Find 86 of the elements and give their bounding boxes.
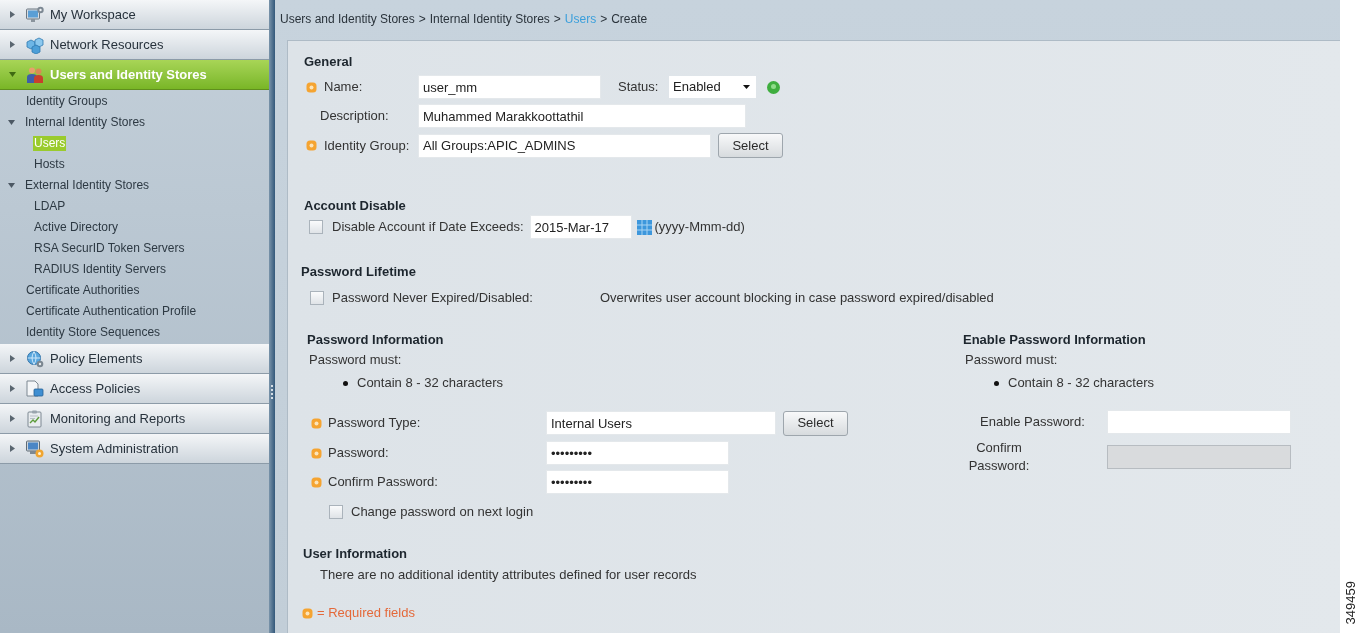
required-icon: [302, 607, 313, 619]
document-icon: [26, 379, 44, 398]
field-label: Confirm Password:: [328, 473, 439, 492]
computer-icon: [26, 439, 44, 458]
breadcrumb-item: Internal Identity Stores: [429, 11, 550, 28]
caret-icon[interactable]: [10, 11, 15, 18]
rule-text: Contain 8 - 32 characters: [1008, 374, 1154, 393]
breadcrumb-item: Users and Identity Stores: [280, 11, 415, 28]
rules-intro: Password must:: [965, 352, 1059, 368]
select-button[interactable]: Select: [783, 410, 848, 436]
checkbox-label: Disable Account if Date Exceeds:: [332, 218, 524, 237]
field-label: Status:: [618, 78, 660, 97]
field-label: Confirm Password:: [967, 439, 1031, 475]
format-hint: (yyyy-Mmm-dd): [654, 218, 745, 237]
field-label: Enable Password:: [979, 413, 1085, 432]
rule-text: Contain 8 - 32 characters: [357, 374, 503, 393]
date-field[interactable]: 2015-Mar-17: [529, 215, 632, 239]
tree-item[interactable]: Certificate Authorities: [25, 283, 141, 298]
breadcrumb-item: Create: [611, 11, 648, 28]
name-field[interactable]: user_mm: [418, 75, 601, 99]
breadcrumb-separator: >: [600, 11, 608, 28]
tree-item[interactable]: Active Directory: [33, 220, 120, 235]
sidebar-section[interactable]: Monitoring and Reports: [0, 404, 269, 434]
section-heading: Account Disable: [304, 198, 407, 214]
section-heading: General: [304, 54, 354, 70]
clipboard-icon: [26, 409, 44, 428]
field-label: Name:: [324, 78, 364, 97]
section-heading: User Information: [303, 546, 408, 562]
checkbox[interactable]: [309, 220, 323, 234]
splitter[interactable]: [269, 0, 275, 633]
caret-icon[interactable]: [10, 355, 15, 362]
sidebar-section[interactable]: Policy Elements: [0, 344, 269, 374]
note-text: Overwrites user account blocking in case password expired/disabled: [600, 289, 994, 308]
field-label: Password Type:: [328, 414, 422, 433]
sidebar-section[interactable]: System Administration: [0, 434, 269, 464]
caret-icon[interactable]: [10, 41, 15, 48]
identity-group-field[interactable]: All Groups:APIC_ADMINS: [418, 133, 711, 158]
sidebar-section[interactable]: Network Resources: [0, 30, 269, 60]
rules-intro: Password must:: [309, 352, 403, 368]
tree-item[interactable]: RADIUS Identity Servers: [33, 262, 168, 277]
checkbox[interactable]: [310, 291, 324, 305]
people-icon: [26, 65, 44, 84]
calendar-icon[interactable]: [636, 219, 652, 235]
section-heading: Password Lifetime: [301, 264, 417, 280]
status-dropdown[interactable]: Enabled: [669, 76, 756, 98]
caret-icon[interactable]: [9, 72, 16, 77]
breadcrumb-separator: >: [553, 11, 561, 28]
info-message: There are no additional identity attributes defined for user records: [320, 567, 698, 583]
checkbox[interactable]: [329, 505, 343, 519]
section-heading: Enable Password Information: [963, 332, 1147, 348]
caret-icon: [743, 85, 750, 89]
globe-icon: [26, 349, 44, 368]
select-button[interactable]: Select: [718, 133, 783, 158]
sidebar-section[interactable]: Access Policies: [0, 374, 269, 404]
checkbox-label: Change password on next login: [351, 503, 534, 522]
caret-icon[interactable]: [10, 385, 15, 392]
caret-icon[interactable]: [10, 445, 15, 452]
field-label: Password:: [328, 444, 390, 463]
caret-icon[interactable]: [8, 183, 15, 188]
tree-item[interactable]: Certificate Authentication Profile: [25, 304, 198, 319]
password-field[interactable]: •••••••••: [546, 470, 729, 494]
tree-item[interactable]: Hosts: [33, 157, 66, 172]
sidebar-section[interactable]: My Workspace: [0, 0, 269, 30]
monitor-icon: [26, 5, 44, 24]
field-label: Description:: [320, 107, 390, 126]
checkbox-label: Password Never Expired/Disabled:: [332, 289, 534, 308]
caret-icon[interactable]: [8, 120, 15, 125]
cubes-icon: [26, 35, 44, 54]
password-type-field[interactable]: Internal Users: [546, 411, 776, 435]
tree-item[interactable]: Identity Groups: [25, 94, 109, 109]
status-dot-icon: [767, 80, 780, 94]
caret-icon[interactable]: [10, 415, 15, 422]
bullet-icon: [343, 380, 348, 386]
tree-item[interactable]: Internal Identity Stores: [24, 115, 147, 130]
section-heading: Password Information: [307, 332, 445, 348]
figure-number: 349459: [1341, 580, 1359, 624]
tree-item[interactable]: External Identity Stores: [24, 178, 151, 193]
breadcrumb-separator: >: [418, 11, 426, 28]
field-label: Identity Group:: [324, 136, 411, 155]
description-field[interactable]: Muhammed Marakkoottathil: [418, 104, 746, 128]
tree-item[interactable]: Identity Store Sequences: [25, 325, 162, 340]
password-field[interactable]: •••••••••: [546, 441, 729, 465]
legend-text: = Required fields: [317, 604, 415, 623]
tree-item[interactable]: LDAP: [33, 199, 67, 214]
tree-item[interactable]: RSA SecurID Token Servers: [33, 241, 186, 256]
bullet-icon: [994, 380, 999, 386]
